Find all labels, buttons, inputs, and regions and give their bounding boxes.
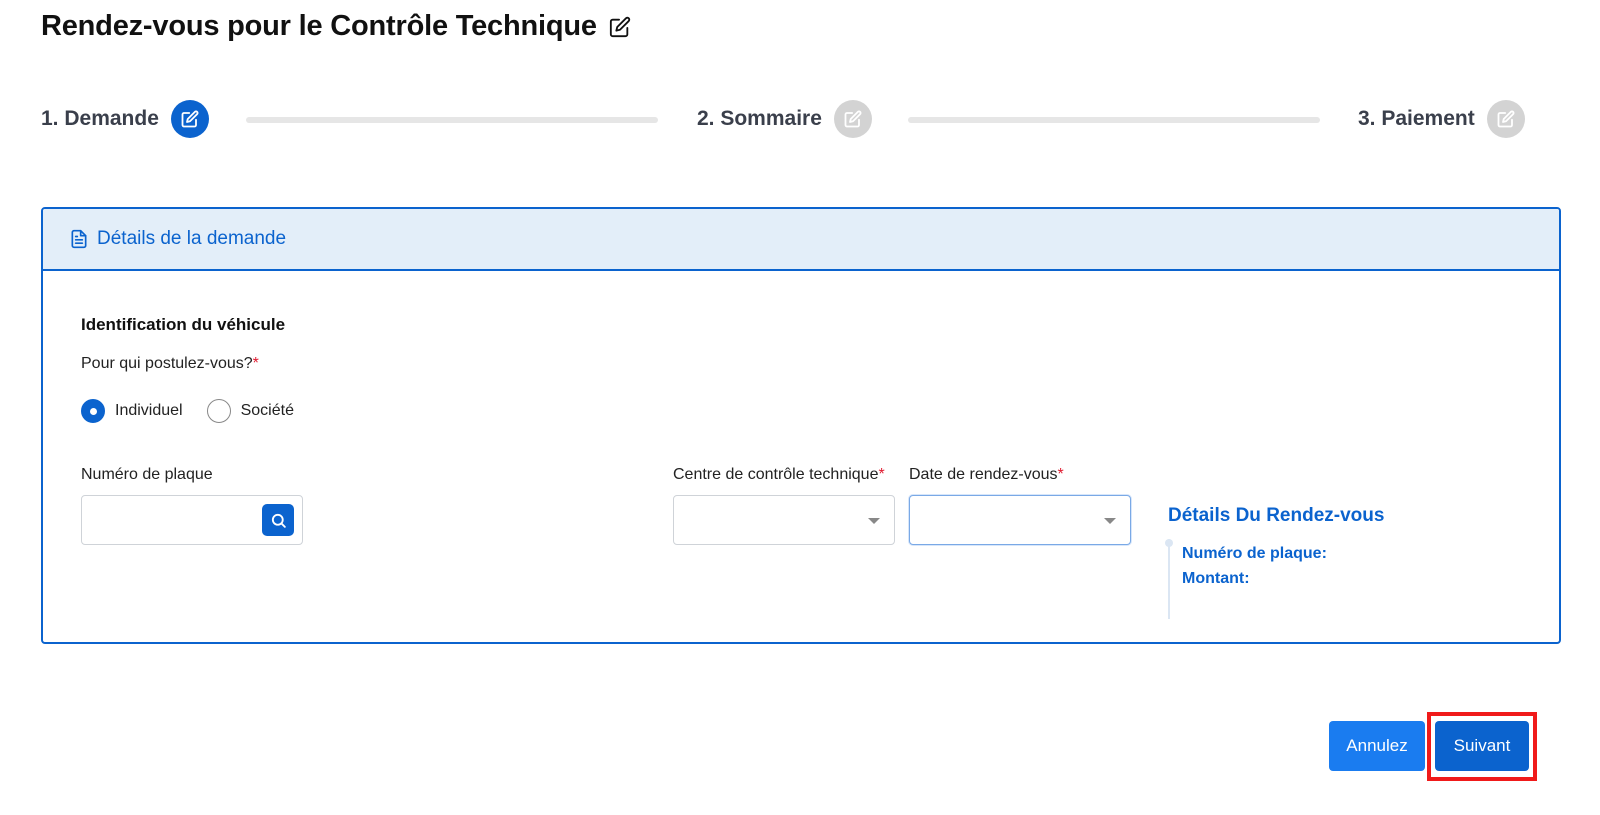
date-label-text: Date de rendez-vous — [909, 466, 1058, 483]
plate-number-input[interactable] — [81, 495, 303, 545]
radio-label: Société — [240, 402, 294, 419]
card-title: Détails de la demande — [97, 228, 287, 249]
required-mark: * — [1057, 466, 1064, 483]
edit-icon — [170, 100, 209, 138]
search-icon[interactable] — [262, 504, 294, 536]
progress-stepper: 1. Demande 2. Sommaire 3. Paiement — [41, 100, 1561, 140]
center-label-text: Centre de contrôle technique — [673, 466, 879, 483]
step-connector — [908, 117, 1320, 123]
date-label: Date de rendez-vous* — [909, 466, 1064, 484]
page-title: Rendez-vous pour le Contrôle Technique — [41, 10, 597, 42]
center-label: Centre de contrôle technique* — [673, 466, 885, 484]
edit-icon — [833, 100, 872, 138]
details-plate-row: Numéro de plaque: — [1182, 545, 1327, 562]
details-title: Détails Du Rendez-vous — [1168, 505, 1385, 526]
caret-down-icon — [1104, 518, 1116, 524]
step-label: 1. Demande — [41, 107, 159, 130]
step-demande[interactable]: 1. Demande — [41, 100, 209, 138]
required-mark: * — [252, 355, 259, 372]
request-details-card: Détails de la demande Identification du … — [41, 207, 1561, 644]
appointment-date-select[interactable] — [909, 495, 1131, 545]
plate-label: Numéro de plaque — [81, 466, 213, 483]
step-paiement[interactable]: 3. Paiement — [1358, 100, 1525, 138]
cancel-button[interactable]: Annulez — [1329, 721, 1425, 771]
required-mark: * — [878, 466, 885, 483]
radio-societe[interactable]: Société — [206, 399, 294, 423]
section-title: Identification du véhicule — [81, 315, 286, 334]
inspection-center-select[interactable] — [673, 495, 895, 545]
card-header: Détails de la demande — [43, 209, 1559, 271]
page-header: Rendez-vous pour le Contrôle Technique — [41, 10, 631, 43]
step-label: 3. Paiement — [1358, 107, 1475, 130]
details-amount-row: Montant: — [1182, 570, 1250, 587]
next-button[interactable]: Suivant — [1435, 721, 1529, 771]
appointment-details: Détails Du Rendez-vous Numéro de plaque:… — [1165, 505, 1385, 619]
radio-label: Individuel — [115, 402, 183, 419]
radio-individuel[interactable]: Individuel — [81, 399, 183, 423]
edit-icon — [1486, 100, 1525, 138]
timeline-line — [1165, 539, 1173, 619]
question-text: Pour qui postulez-vous? — [81, 355, 253, 372]
edit-icon[interactable] — [609, 16, 631, 38]
radio-button-checked[interactable] — [81, 399, 105, 423]
step-label: 2. Sommaire — [697, 107, 822, 130]
radio-button[interactable] — [206, 399, 231, 423]
caret-down-icon — [868, 518, 880, 524]
document-icon — [71, 229, 87, 249]
step-connector — [246, 117, 658, 123]
applicant-type-radio-group: Individuel Société — [81, 399, 294, 423]
step-sommaire[interactable]: 2. Sommaire — [697, 100, 872, 138]
applicant-question: Pour qui postulez-vous?* — [81, 355, 259, 373]
